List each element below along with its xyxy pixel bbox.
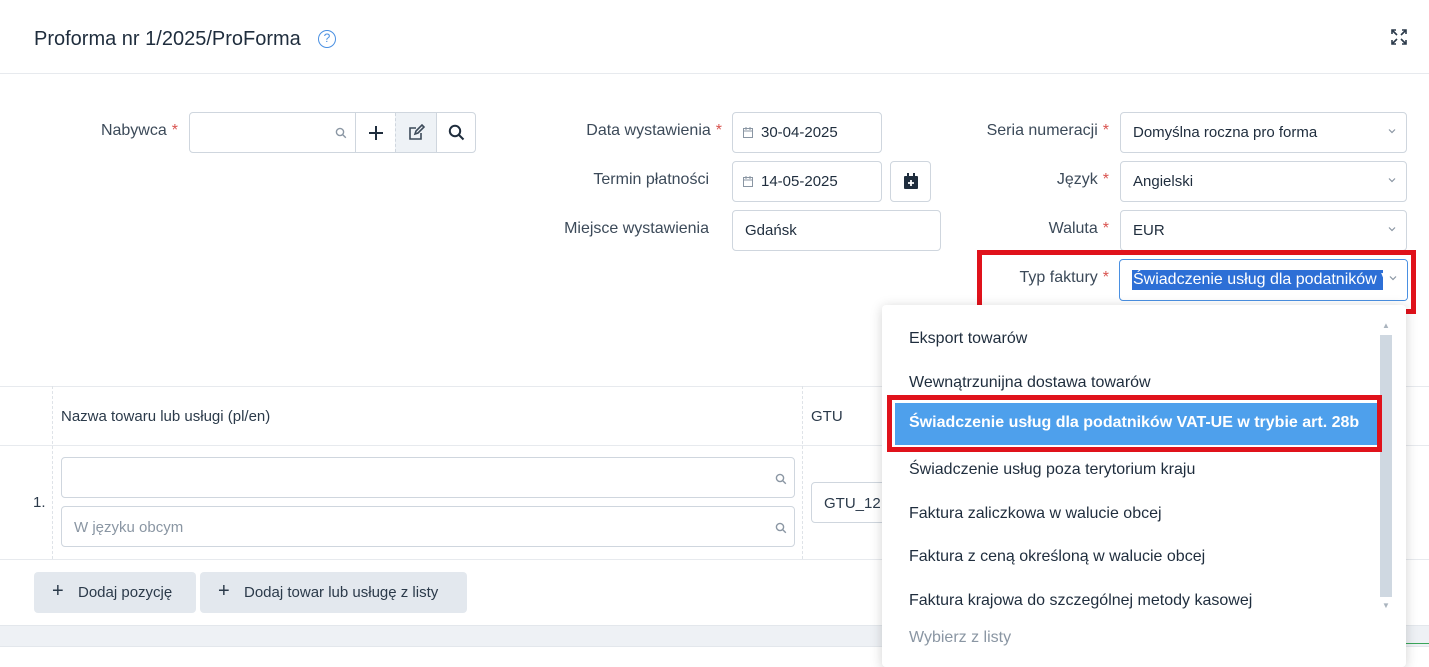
calendar-plus-icon: [904, 173, 918, 189]
search-icon: [335, 127, 347, 139]
search-icon: [775, 473, 787, 485]
expand-icon[interactable]: [1391, 29, 1407, 45]
issue-place-label: Miejsce wystawienia: [564, 220, 709, 237]
plus-icon: [369, 126, 383, 140]
issue-place-value: Gdańsk: [745, 222, 797, 239]
gtu-value: GTU_12: [824, 495, 881, 512]
invoice-type-label: Typ faktury *: [1019, 269, 1109, 286]
payment-term-value: 14-05-2025: [761, 173, 838, 190]
dropdown-option[interactable]: Faktura z ceną określoną w walucie obcej: [909, 548, 1205, 566]
item-name-input[interactable]: [61, 457, 795, 498]
calendar-icon: [743, 176, 753, 187]
chevron-down-icon: [1388, 178, 1396, 183]
buyer-input[interactable]: [191, 114, 326, 151]
column-header-name: Nazwa towaru lub usługi (pl/en): [61, 408, 271, 425]
buyer-field: [189, 112, 476, 153]
invoice-type-dropdown: Eksport towarów Wewnątrzunijna dostawa t…: [882, 305, 1406, 667]
edit-icon: [409, 124, 425, 140]
search-icon: [775, 522, 787, 534]
numbering-select[interactable]: Domyślna roczna pro forma: [1120, 112, 1407, 153]
currency-label: Waluta *: [1048, 220, 1109, 237]
add-buyer-button[interactable]: [355, 113, 395, 152]
form-header: Proforma nr 1/2025/ProForma ?: [0, 0, 1429, 74]
column-divider: [52, 386, 53, 559]
gtu-select[interactable]: GTU_12: [811, 482, 891, 523]
numbering-label: Seria numeracji *: [986, 122, 1109, 139]
dropdown-option[interactable]: Świadczenie usług poza terytorium kraju: [909, 461, 1195, 479]
issue-place-field[interactable]: Gdańsk: [732, 210, 941, 251]
column-header-gtu: GTU: [811, 408, 843, 425]
add-from-list-button[interactable]: + Dodaj towar lub usługę z listy: [200, 572, 467, 613]
question-circle-icon[interactable]: ?: [318, 30, 336, 48]
edit-buyer-button[interactable]: [395, 113, 436, 152]
column-divider: [802, 386, 803, 559]
foreign-name-placeholder: W języku obcym: [74, 519, 184, 536]
plus-icon: +: [218, 580, 230, 602]
dropdown-option[interactable]: Eksport towarów: [909, 330, 1027, 348]
numbering-value: Domyślna roczna pro forma: [1133, 124, 1318, 141]
scroll-up-icon[interactable]: ▲: [1382, 321, 1390, 330]
dropdown-scrollbar[interactable]: [1380, 335, 1392, 597]
add-position-button[interactable]: + Dodaj pozycję: [34, 572, 196, 613]
calendar-icon: [743, 127, 753, 138]
scroll-down-icon[interactable]: ▼: [1382, 601, 1390, 610]
calendar-add-button[interactable]: [890, 161, 931, 202]
chevron-down-icon: [1389, 276, 1397, 281]
item-foreign-name-input[interactable]: W języku obcym: [61, 506, 795, 547]
dropdown-option[interactable]: Faktura krajowa do szczególnej metody ka…: [909, 592, 1252, 610]
issue-date-value: 30-04-2025: [761, 124, 838, 141]
issue-date-label: Data wystawienia *: [586, 122, 722, 139]
dropdown-placeholder: Wybierz z listy: [909, 629, 1012, 646]
buyer-label: Nabywca *: [100, 122, 178, 139]
currency-value: EUR: [1133, 222, 1165, 239]
language-value: Angielski: [1133, 173, 1194, 190]
row-number: 1.: [33, 494, 46, 511]
invoice-type-select[interactable]: Świadczenie usług dla podatników VAT-UE …: [1119, 259, 1408, 301]
plus-icon: +: [52, 580, 64, 602]
payment-term-field[interactable]: 14-05-2025: [732, 161, 882, 202]
status-line: [1406, 643, 1429, 644]
search-icon: [448, 124, 465, 141]
invoice-type-value: Świadczenie usług dla podatników VAT-UE …: [1132, 270, 1407, 290]
page-title: Proforma nr 1/2025/ProForma: [34, 28, 301, 50]
payment-term-label: Termin płatności: [593, 171, 709, 188]
chevron-down-icon: [1388, 227, 1396, 232]
language-select[interactable]: Angielski: [1120, 161, 1407, 202]
language-label: Język *: [1056, 171, 1109, 188]
dropdown-option[interactable]: Wewnątrzunijna dostawa towarów: [909, 374, 1151, 392]
chevron-down-icon: [1388, 129, 1396, 134]
selected-option-highlight: [887, 395, 1382, 452]
currency-select[interactable]: EUR: [1120, 210, 1407, 251]
dropdown-option[interactable]: Faktura zaliczkowa w walucie obcej: [909, 505, 1162, 523]
issue-date-field[interactable]: 30-04-2025: [732, 112, 882, 153]
search-buyer-button[interactable]: [436, 113, 476, 152]
